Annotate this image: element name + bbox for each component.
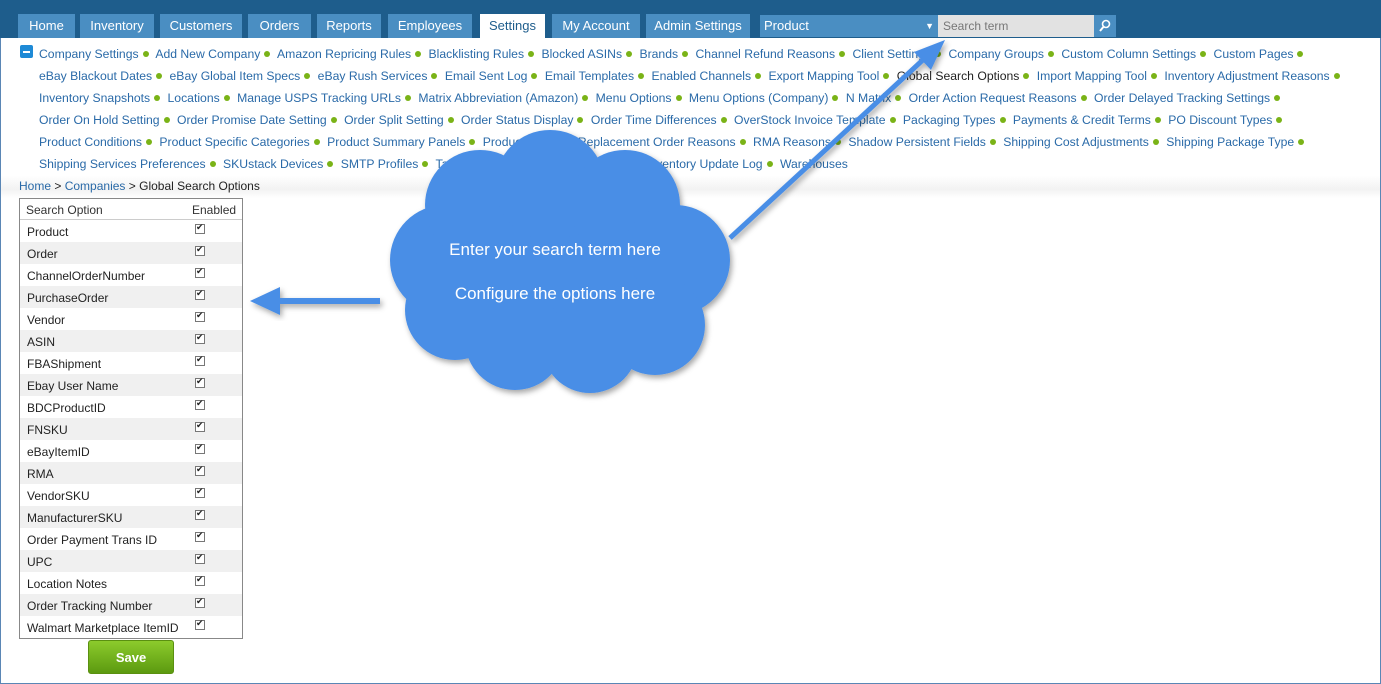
- callout-cloud: [390, 130, 730, 393]
- callout-text-search: Enter your search term here: [449, 240, 661, 259]
- arrow-to-search-icon: [728, 40, 945, 240]
- callout-overlay: [250, 40, 945, 393]
- arrow-to-table-icon: [250, 287, 380, 315]
- callout-text-options: Configure the options here: [454, 284, 656, 303]
